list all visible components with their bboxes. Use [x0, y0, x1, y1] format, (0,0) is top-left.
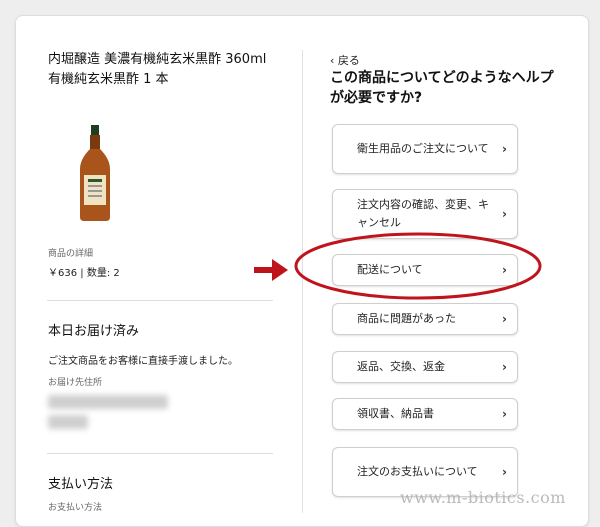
payment-title: 支払い方法 — [48, 477, 114, 492]
help-option-label: 注文内容の確認、変更、キャンセル — [357, 198, 489, 229]
chevron-right-icon: › — [502, 207, 507, 221]
help-option-label: 注文のお支払いについて — [357, 465, 478, 478]
watermark: www.m-biotics.com — [400, 488, 566, 507]
red-circle-annotation — [294, 232, 542, 300]
chevron-right-icon: › — [502, 142, 507, 156]
chevron-right-icon: › — [502, 407, 507, 421]
payment-method-label: お支払い方法 — [48, 503, 103, 513]
help-option-label: 領収書、納品書 — [357, 407, 434, 420]
help-option-label: 商品に問題があった — [357, 312, 456, 325]
divider — [47, 300, 273, 301]
price-quantity: ￥636 | 数量: 2 — [48, 268, 120, 279]
product-image[interactable] — [76, 125, 114, 221]
help-option-label: 返品、交換、返金 — [357, 360, 445, 373]
divider — [47, 453, 273, 454]
help-title: この商品についてどのようなヘルプが必要ですか? — [330, 70, 554, 106]
address-label: お届け先住所 — [48, 378, 103, 388]
chevron-right-icon: › — [502, 312, 507, 326]
red-arrow-annotation — [254, 259, 288, 281]
help-option-problem[interactable]: 商品に問題があった › — [332, 303, 518, 335]
help-option-label: 衛生用品のご注文について — [357, 142, 489, 155]
delivery-status-title: 本日お届け済み — [48, 324, 140, 339]
help-option-receipt[interactable]: 領収書、納品書 › — [332, 398, 518, 430]
address-redacted — [48, 415, 88, 429]
chevron-right-icon: › — [502, 360, 507, 374]
help-option-return[interactable]: 返品、交換、返金 › — [332, 351, 518, 383]
back-link[interactable]: ‹ 戻る — [330, 52, 360, 68]
chevron-right-icon: › — [502, 465, 507, 479]
help-option-hygiene[interactable]: 衛生用品のご注文について › — [332, 124, 518, 174]
delivery-message: ご注文商品をお客様に直接手渡しました。 — [48, 356, 238, 367]
address-redacted — [48, 395, 168, 409]
product-title[interactable]: 内堀醸造 美濃有機純玄米黒酢 360ml 有機純玄米黒酢 1 本 — [48, 50, 276, 90]
product-detail-label: 商品の詳細 — [48, 249, 94, 259]
